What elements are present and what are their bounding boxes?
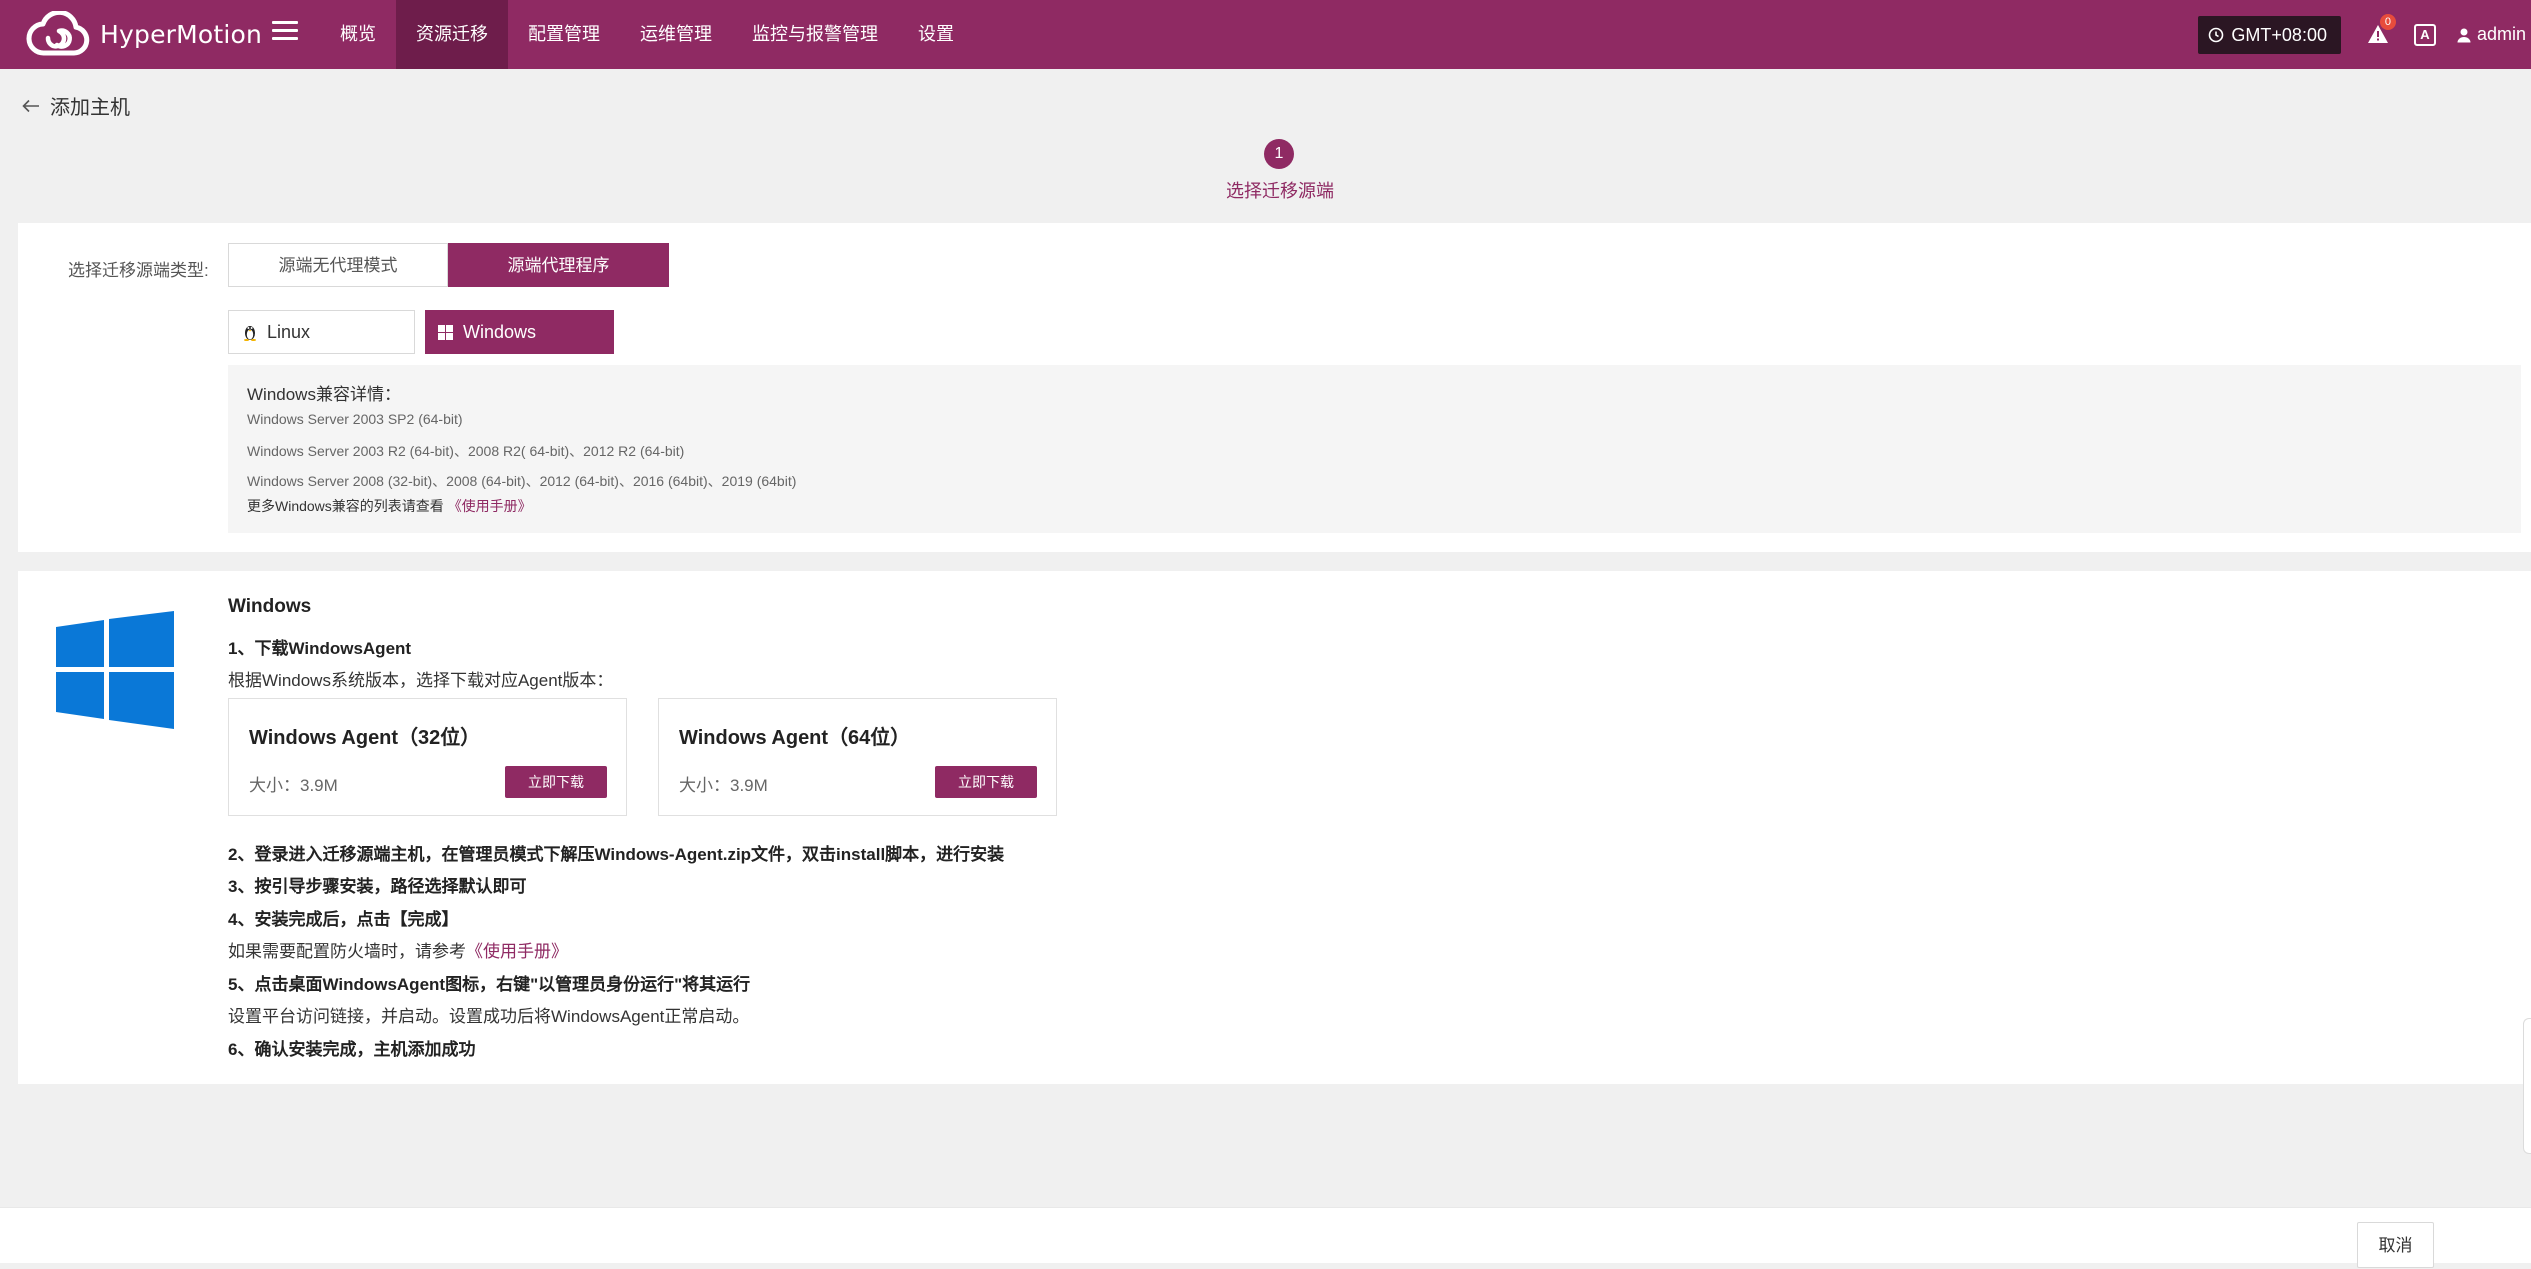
source-mode-segmented: 源端无代理模式 源端代理程序 bbox=[228, 243, 669, 287]
alert-bell[interactable]: 0 bbox=[2366, 13, 2396, 48]
compat-line: Windows Server 2003 SP2 (64-bit) bbox=[247, 411, 463, 427]
top-navbar: HyperMotion 概览 资源迁移 配置管理 运维管理 监控与报警管理 设置… bbox=[0, 0, 2531, 69]
size-value: 3.9M bbox=[730, 776, 768, 795]
user-menu[interactable]: admin bbox=[2456, 24, 2526, 45]
header-tools: GMT+08:00 0 A admin bbox=[2198, 0, 2531, 69]
language-icon[interactable]: A bbox=[2413, 23, 2436, 46]
compat-more-label: 更多Windows兼容的列表请查看 bbox=[247, 498, 444, 514]
menu-toggle-icon[interactable] bbox=[272, 16, 298, 46]
install-step-5-desc: 设置平台访问链接，并启动。设置成功后将WindowsAgent正常启动。 bbox=[228, 1007, 750, 1026]
linux-icon bbox=[243, 323, 257, 341]
cloud-logo-icon bbox=[26, 11, 90, 56]
size-label: 大小： bbox=[679, 776, 730, 795]
nav-config-management[interactable]: 配置管理 bbox=[508, 0, 620, 69]
linux-option-button[interactable]: Linux bbox=[228, 310, 415, 354]
step-number: 1 bbox=[1264, 139, 1294, 169]
agent-mode-button[interactable]: 源端代理程序 bbox=[448, 243, 669, 287]
install-step-2: 2、登录进入迁移源端主机，在管理员模式下解压Windows-Agent.zip文… bbox=[228, 845, 1005, 864]
firewall-note-text: 如果需要配置防火墙时，请参考 bbox=[228, 942, 466, 961]
compat-line: Windows Server 2008 (32-bit)、2008 (64-bi… bbox=[247, 473, 797, 489]
source-type-label: 选择迁移源端类型: bbox=[68, 261, 209, 280]
app-name: HyperMotion bbox=[100, 19, 263, 49]
compat-manual-link[interactable]: 《使用手册》 bbox=[448, 498, 532, 514]
agent-64bit-size: 大小：3.9M bbox=[679, 771, 768, 796]
agent-32bit-size: 大小：3.9M bbox=[249, 771, 338, 796]
page-title: 添加主机 bbox=[50, 97, 130, 119]
cancel-button[interactable]: 取消 bbox=[2357, 1222, 2434, 1268]
firewall-manual-link[interactable]: 《使用手册》 bbox=[466, 942, 568, 961]
windows-option-button[interactable]: Windows bbox=[425, 310, 614, 354]
agent-32bit-title: Windows Agent（32位） bbox=[249, 727, 481, 749]
timezone-selector[interactable]: GMT+08:00 bbox=[2198, 15, 2341, 54]
timezone-label: GMT+08:00 bbox=[2231, 24, 2327, 45]
user-icon bbox=[2457, 28, 2471, 42]
main-nav: 概览 资源迁移 配置管理 运维管理 监控与报警管理 设置 bbox=[320, 0, 974, 69]
username: admin bbox=[2476, 24, 2526, 44]
source-type-card: 选择迁移源端类型: 源端无代理模式 源端代理程序 Linux Windows W… bbox=[18, 223, 2531, 552]
compat-more-text: 更多Windows兼容的列表请查看 《使用手册》 bbox=[247, 496, 532, 516]
install-title: Windows bbox=[228, 596, 312, 617]
install-guide-card: Windows 1、下载WindowsAgent 根据Windows系统版本，选… bbox=[18, 571, 2531, 1084]
step-label: 选择迁移源端 bbox=[1226, 181, 1334, 201]
install-step-1: 1、下载WindowsAgent bbox=[228, 639, 412, 658]
firewall-note: 如果需要配置防火墙时，请参考《使用手册》 bbox=[228, 937, 568, 962]
alert-count-badge: 0 bbox=[2379, 13, 2396, 30]
clock-icon bbox=[2209, 27, 2224, 42]
agent-32bit-card: Windows Agent（32位） 大小：3.9M 立即下载 bbox=[228, 698, 627, 816]
compat-line: Windows Server 2003 R2 (64-bit)、2008 R2(… bbox=[247, 443, 685, 459]
nav-settings[interactable]: 设置 bbox=[898, 0, 974, 69]
nav-overview[interactable]: 概览 bbox=[320, 0, 396, 69]
agentless-mode-button[interactable]: 源端无代理模式 bbox=[228, 243, 448, 287]
side-drawer-handle[interactable] bbox=[2523, 1018, 2531, 1154]
app-logo[interactable]: HyperMotion bbox=[26, 9, 262, 59]
download-32bit-button[interactable]: 立即下载 bbox=[505, 766, 607, 798]
install-step-3: 3、按引导步骤安装，路径选择默认即可 bbox=[228, 877, 527, 896]
linux-option-label: Linux bbox=[267, 321, 311, 342]
windows-logo-icon bbox=[56, 611, 174, 729]
nav-ops-management[interactable]: 运维管理 bbox=[620, 0, 732, 69]
footer-bar: 取消 bbox=[0, 1207, 2531, 1268]
install-step-6: 6、确认安装完成，主机添加成功 bbox=[228, 1040, 476, 1059]
windows-icon bbox=[438, 324, 453, 340]
os-selector: Linux Windows bbox=[228, 310, 614, 354]
download-64bit-button[interactable]: 立即下载 bbox=[935, 766, 1037, 798]
size-label: 大小： bbox=[249, 776, 300, 795]
back-arrow-icon[interactable] bbox=[22, 99, 40, 113]
agent-64bit-card: Windows Agent（64位） 大小：3.9M 立即下载 bbox=[658, 698, 1057, 816]
nav-resource-migration[interactable]: 资源迁移 bbox=[396, 0, 508, 69]
page-header: 添加主机 bbox=[22, 91, 130, 120]
size-value: 3.9M bbox=[300, 776, 338, 795]
agent-64bit-title: Windows Agent（64位） bbox=[679, 727, 911, 749]
install-step-5: 5、点击桌面WindowsAgent图标，右键"以管理员身份运行"将其运行 bbox=[228, 975, 751, 994]
windows-compat-panel: Windows兼容详情： Windows Server 2003 SP2 (64… bbox=[228, 365, 2521, 533]
compat-title: Windows兼容详情： bbox=[247, 385, 401, 404]
windows-option-label: Windows bbox=[463, 321, 537, 342]
install-step-4: 4、安装完成后，点击【完成】 bbox=[228, 910, 459, 929]
nav-monitoring-alerts[interactable]: 监控与报警管理 bbox=[732, 0, 898, 69]
install-step-1-desc: 根据Windows系统版本，选择下载对应Agent版本： bbox=[228, 671, 614, 690]
